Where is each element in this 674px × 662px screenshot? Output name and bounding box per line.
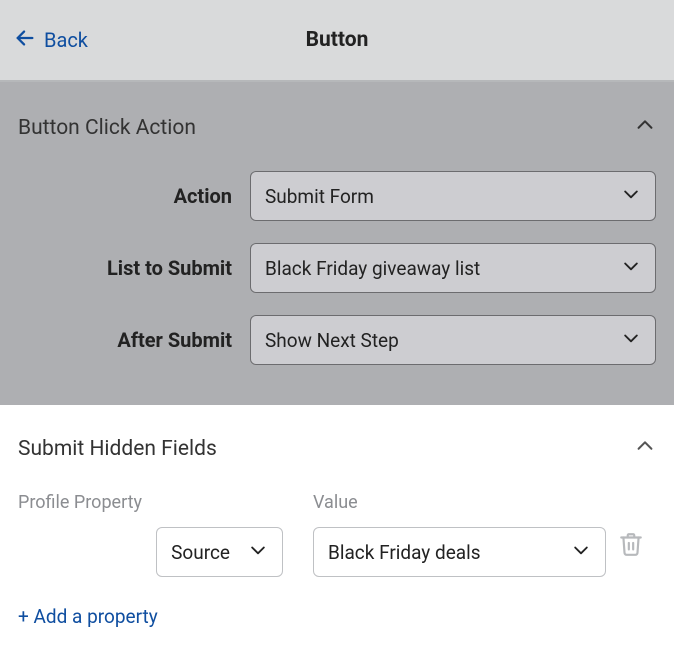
chevron-down-icon (571, 540, 591, 565)
select-action[interactable]: Submit Form (250, 171, 656, 221)
add-property-label: + Add a property (18, 605, 158, 628)
label-after: After Submit (18, 328, 250, 352)
row-action: Action Submit Form (18, 171, 656, 221)
section-button-click-action: Button Click Action Action Submit Form L… (0, 82, 674, 405)
row-after: After Submit Show Next Step (18, 315, 656, 365)
delete-row-button[interactable] (618, 492, 644, 563)
select-property[interactable]: Source (156, 527, 283, 577)
chevron-down-icon (248, 540, 268, 565)
chevron-up-icon (634, 114, 656, 141)
select-list-value: Black Friday giveaway list (265, 257, 480, 280)
back-arrow-icon (14, 27, 36, 54)
select-value[interactable]: Black Friday deals (313, 527, 606, 577)
select-after-value: Show Next Step (265, 329, 399, 352)
section-header-hidden[interactable]: Submit Hidden Fields (18, 435, 656, 462)
hidden-fields-row: Profile Property Source Value Black Frid… (18, 492, 656, 577)
label-list: List to Submit (18, 256, 250, 280)
col-value: Value Black Friday deals (313, 492, 606, 577)
section-header-click[interactable]: Button Click Action (18, 114, 656, 141)
trash-icon (618, 542, 644, 563)
col-delete (606, 492, 656, 563)
col-label-property: Profile Property (18, 492, 313, 513)
chevron-down-icon (621, 256, 641, 281)
section-title-hidden: Submit Hidden Fields (18, 437, 217, 461)
topbar: Back Button (0, 0, 674, 82)
back-label: Back (44, 28, 88, 52)
chevron-up-icon (634, 435, 656, 462)
col-property: Profile Property Source (18, 492, 313, 577)
chevron-down-icon (621, 328, 641, 353)
chevron-down-icon (621, 184, 641, 209)
select-value-value: Black Friday deals (328, 541, 481, 564)
row-list: List to Submit Black Friday giveaway lis… (18, 243, 656, 293)
select-after[interactable]: Show Next Step (250, 315, 656, 365)
add-property-button[interactable]: + Add a property (18, 605, 158, 628)
section-hidden-fields: Submit Hidden Fields Profile Property So… (0, 405, 674, 658)
label-action: Action (18, 184, 250, 208)
select-property-value: Source (171, 541, 230, 564)
select-action-value: Submit Form (265, 185, 374, 208)
back-button[interactable]: Back (0, 27, 88, 54)
select-list[interactable]: Black Friday giveaway list (250, 243, 656, 293)
col-label-value: Value (313, 492, 606, 513)
page-title: Button (0, 28, 674, 52)
section-title-click: Button Click Action (18, 116, 196, 140)
